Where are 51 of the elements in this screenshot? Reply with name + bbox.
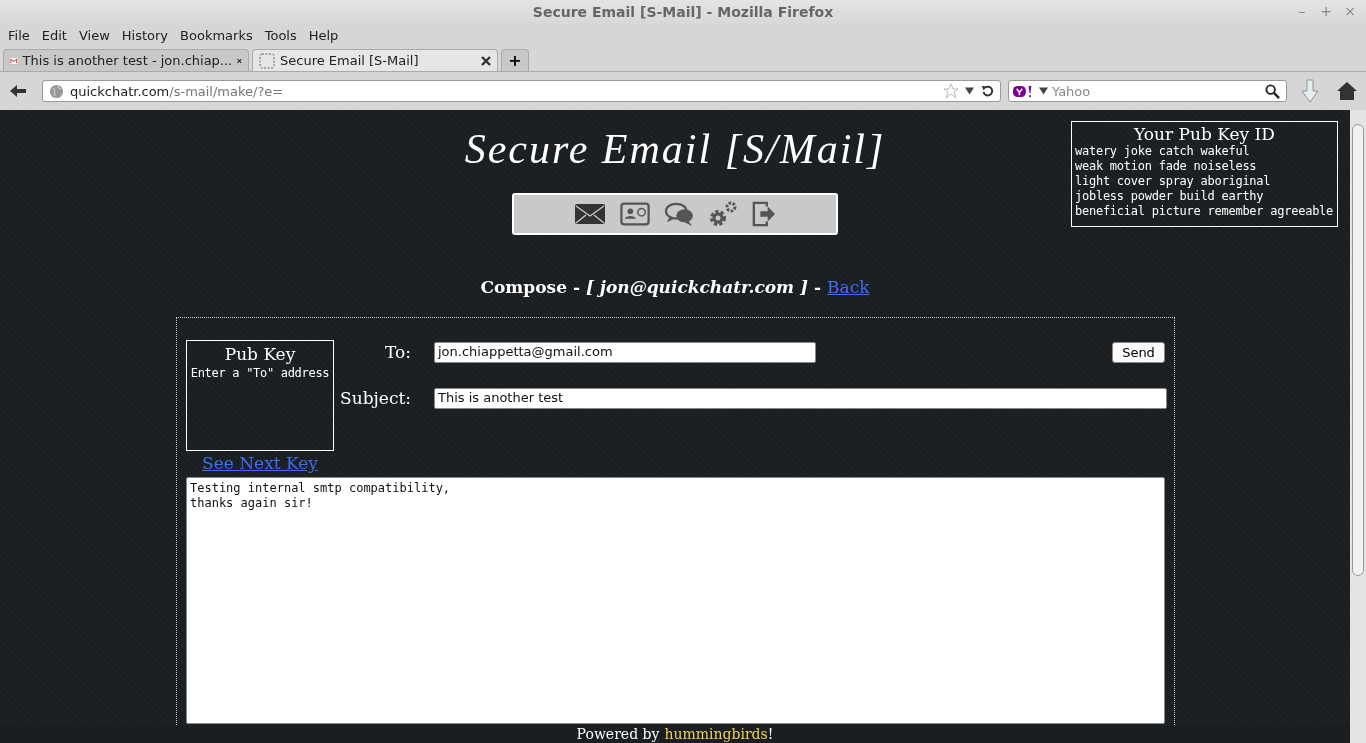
close-icon[interactable] xyxy=(481,55,491,66)
site-logo: Secure Email [S/Mail] xyxy=(464,125,886,174)
menu-item[interactable]: Tools xyxy=(258,27,303,43)
dropdown-icon[interactable] xyxy=(1039,87,1048,95)
compose-heading: Compose - [ jon@quickchatr.com ] - xyxy=(480,277,822,297)
gears-icon[interactable] xyxy=(708,200,738,228)
back-arrow-icon[interactable] xyxy=(10,84,26,98)
footer-text: ! xyxy=(767,726,774,742)
send-button[interactable]: Send xyxy=(1112,341,1165,363)
url-host: quickchatr.com xyxy=(70,83,170,99)
subject-field[interactable]: This is another test xyxy=(434,387,1167,409)
contact-card-icon[interactable] xyxy=(620,201,650,227)
new-tab-button[interactable]: + xyxy=(501,49,529,71)
menu-item[interactable]: Bookmarks xyxy=(174,27,259,43)
menu-item[interactable]: File xyxy=(2,27,36,43)
url-path: /s-mail/make/?e= xyxy=(169,83,284,99)
search-icon[interactable] xyxy=(1265,83,1280,99)
to-field[interactable]: jon.chiappetta@gmail.com xyxy=(434,341,816,363)
back-link[interactable]: Back xyxy=(827,277,870,297)
reload-icon[interactable] xyxy=(980,84,994,98)
home-icon[interactable] xyxy=(1337,82,1357,100)
panel-title: Pub Key xyxy=(223,343,297,365)
key-words: weak motion fade noiseless xyxy=(1075,159,1258,174)
dropdown-icon[interactable] xyxy=(965,87,974,95)
menu-item[interactable]: View xyxy=(72,27,116,43)
browser-tab[interactable]: This is another test - jon.chiap... xyxy=(3,49,249,71)
chat-bubbles-icon[interactable] xyxy=(664,201,694,227)
menu-item[interactable]: History xyxy=(115,27,175,43)
envelope-icon[interactable] xyxy=(574,202,606,226)
panel-title: Your Pub Key ID xyxy=(1132,124,1276,144)
subject-label: Subject: xyxy=(339,388,411,408)
page-icon xyxy=(259,52,275,69)
key-words: watery joke catch wakeful xyxy=(1075,144,1251,159)
window-title: Secure Email [S-Mail] - Mozilla Firefox xyxy=(532,4,834,20)
search-field[interactable]: Yahoo xyxy=(1008,80,1287,102)
address-bar[interactable]: quickchatr.com/s-mail/make/?e= xyxy=(42,80,1001,102)
see-next-key-link[interactable]: See Next Key xyxy=(202,453,318,473)
star-icon[interactable] xyxy=(943,83,959,99)
key-words: beneficial picture remember agreeable xyxy=(1075,204,1334,219)
exit-icon[interactable] xyxy=(752,200,776,228)
menu-item[interactable]: Help xyxy=(302,27,345,43)
to-label: To: xyxy=(384,342,411,362)
menu-item[interactable]: Edit xyxy=(35,27,73,43)
browser-tab[interactable]: Secure Email [S-Mail] xyxy=(252,49,498,71)
footer-link[interactable]: hummingbirds xyxy=(664,726,768,742)
key-words: jobless powder build earthy xyxy=(1075,189,1265,204)
footer-text: Powered by xyxy=(576,726,660,742)
pub-key-hint: Enter a "To" address xyxy=(189,366,331,380)
key-words: light cover spray aboriginal xyxy=(1075,174,1272,189)
message-body-field[interactable]: Testing internal smtp compatibility, thanks again sir! xyxy=(186,477,1165,724)
globe-icon xyxy=(49,83,64,99)
